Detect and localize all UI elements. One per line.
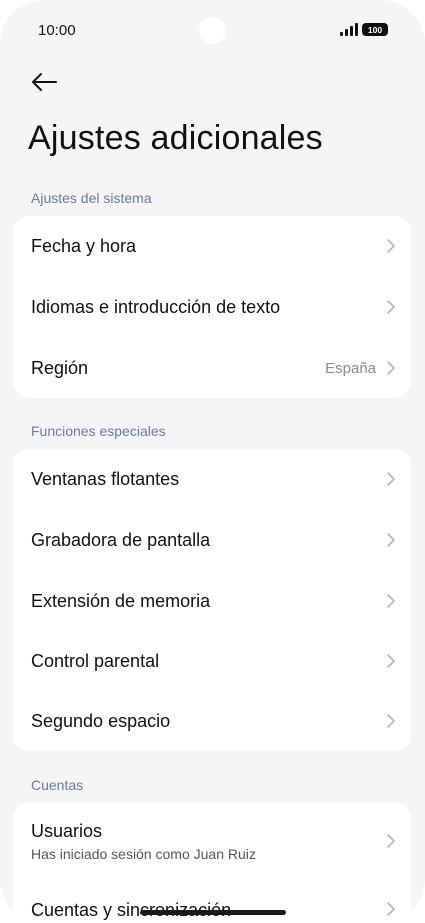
row-grabadora-de-pantalla[interactable]: Grabadora de pantalla: [13, 510, 411, 570]
row-region[interactable]: Región España: [13, 338, 411, 398]
row-usuarios[interactable]: Usuarios Has iniciado sesión como Juan R…: [13, 803, 411, 879]
card-accounts: Usuarios Has iniciado sesión como Juan R…: [13, 803, 411, 923]
chevron-right-icon: [387, 472, 395, 486]
chevron-right-icon: [387, 594, 395, 608]
row-idiomas[interactable]: Idiomas e introducción de texto: [13, 277, 411, 337]
phone-screen: 10:00 100 Ajustes adicionales Ajustes de…: [0, 0, 425, 923]
card-system: Fecha y hora Idiomas e introducción de t…: [13, 216, 411, 398]
page-title: Ajustes adicionales: [28, 119, 323, 157]
row-label: Región: [31, 357, 89, 378]
row-label: Grabadora de pantalla: [31, 529, 211, 550]
row-control-parental[interactable]: Control parental: [13, 631, 411, 691]
row-label: Ventanas flotantes: [31, 468, 180, 489]
arrow-left-icon: [32, 73, 57, 91]
battery-level: 100: [367, 24, 383, 35]
chevron-right-icon: [387, 714, 395, 728]
chevron-right-icon: [387, 300, 395, 314]
row-subtitle: Has iniciado sesión como Juan Ruiz: [31, 846, 256, 862]
row-label: Control parental: [31, 650, 160, 671]
row-ventanas-flotantes[interactable]: Ventanas flotantes: [13, 449, 411, 509]
status-bar: 10:00 100: [0, 0, 425, 60]
section-header-system: Ajustes del sistema: [31, 190, 152, 206]
camera-cutout: [199, 17, 226, 44]
back-button[interactable]: [26, 66, 62, 98]
section-header-accounts: Cuentas: [31, 777, 84, 793]
chevron-right-icon: [387, 902, 395, 916]
chevron-right-icon: [387, 834, 395, 848]
row-label: Fecha y hora: [31, 235, 137, 256]
row-fecha-y-hora[interactable]: Fecha y hora: [13, 216, 411, 276]
row-label: Extensión de memoria: [31, 590, 211, 611]
chevron-right-icon: [387, 361, 395, 375]
chevron-right-icon: [387, 239, 395, 253]
section-header-special: Funciones especiales: [31, 423, 166, 439]
status-time: 10:00: [38, 22, 76, 39]
row-value: España: [325, 359, 376, 377]
row-label: Idiomas e introducción de texto: [31, 296, 281, 317]
battery-icon: 100: [362, 23, 388, 36]
row-extension-de-memoria[interactable]: Extensión de memoria: [13, 571, 411, 631]
home-indicator[interactable]: [140, 910, 286, 915]
row-label: Usuarios: [31, 821, 103, 841]
row-label: Segundo espacio: [31, 710, 171, 731]
signal-icon: [340, 23, 358, 36]
chevron-right-icon: [387, 654, 395, 668]
chevron-right-icon: [387, 533, 395, 547]
card-special: Ventanas flotantes Grabadora de pantalla…: [13, 449, 411, 751]
row-segundo-espacio[interactable]: Segundo espacio: [13, 691, 411, 751]
row-cuentas-y-sincronizacion[interactable]: Cuentas y sincronización: [13, 879, 411, 923]
